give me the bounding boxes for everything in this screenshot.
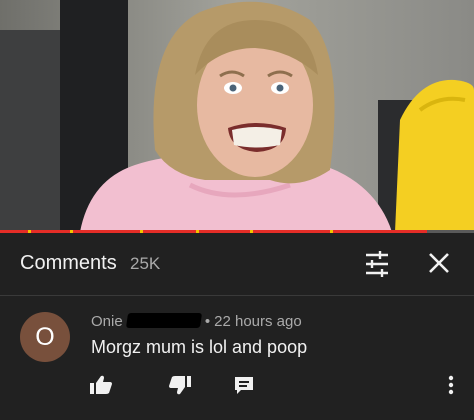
comment-author[interactable]: Onie — [91, 313, 123, 330]
redaction-mark — [125, 313, 202, 328]
close-icon — [429, 253, 449, 273]
comment-meta: Onie • 22 hours ago — [91, 313, 302, 330]
sort-button[interactable] — [360, 249, 394, 279]
reply-button[interactable] — [231, 374, 257, 396]
reply-comment-icon — [235, 377, 253, 394]
dislike-button[interactable] — [167, 374, 193, 396]
comment-timestamp[interactable]: 22 hours ago — [214, 313, 302, 330]
meta-separator: • — [204, 313, 211, 330]
like-button[interactable] — [88, 374, 114, 396]
more-options-button[interactable] — [442, 374, 460, 396]
close-button[interactable] — [423, 247, 455, 279]
comment-item: O Onie • 22 hours ago Morgz mum is lol an… — [0, 296, 474, 420]
thumbs-down-icon — [169, 376, 191, 395]
video-frame-image — [0, 0, 474, 232]
comments-count: 25K — [130, 254, 161, 273]
sort-sliders-icon — [366, 251, 388, 277]
thumbs-up-icon — [90, 375, 112, 394]
avatar[interactable]: O — [20, 312, 70, 362]
video-player[interactable] — [0, 0, 474, 232]
comments-title: Comments — [20, 252, 117, 274]
comments-header: Comments 25K — [0, 233, 474, 296]
comment-text: Morgz mum is lol and poop — [91, 337, 308, 357]
more-vert-icon — [448, 375, 454, 395]
